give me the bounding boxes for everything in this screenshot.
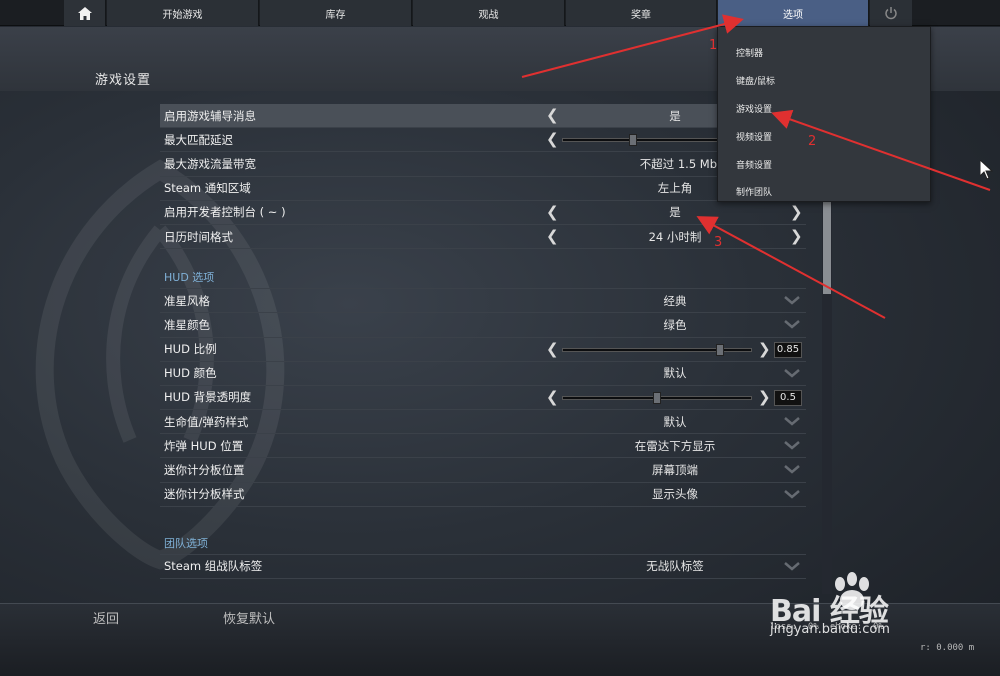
chevron-down-icon[interactable] — [783, 318, 801, 330]
menu-item-credits[interactable]: 制作团队 — [736, 185, 772, 198]
tab-options[interactable]: 选项 — [718, 0, 869, 26]
back-button[interactable]: 返回 — [93, 608, 119, 627]
menu-item-game-settings[interactable]: 游戏设置 — [736, 102, 772, 115]
options-dropdown-menu: 控制器 键盘/鼠标 游戏设置 视频设置 音频设置 制作团队 — [717, 26, 931, 202]
setting-row-game-instructor[interactable]: 启用游戏辅导消息 ❮ 是 ❯ — [160, 104, 806, 129]
baidu-watermark: Bai 经验 jingyan.baidu.com — [770, 572, 1000, 652]
arrow-right-icon[interactable]: ❯ — [758, 340, 771, 358]
setting-row-hud-background-alpha[interactable]: HUD 背景透明度 ❮ ❯ 0.5 — [160, 386, 806, 411]
annotation-number-3: 3 — [714, 235, 723, 250]
power-button[interactable] — [870, 0, 912, 26]
setting-row-health-ammo-style[interactable]: 生命值/弹药样式 默认 — [160, 410, 806, 435]
setting-row-mini-scoreboard-position[interactable]: 迷你计分板位置 屏幕顶端 — [160, 458, 806, 483]
home-button[interactable] — [64, 0, 106, 26]
slider-thumb[interactable] — [653, 391, 661, 404]
chevron-down-icon[interactable] — [783, 439, 801, 451]
tab-medals[interactable]: 奖章 — [566, 0, 717, 26]
setting-row-mini-scoreboard-style[interactable]: 迷你计分板样式 显示头像 — [160, 483, 806, 507]
chevron-down-icon[interactable] — [783, 488, 801, 500]
section-title-team: 团队选项 — [160, 507, 806, 555]
arrow-right-icon[interactable]: ❯ — [790, 203, 803, 221]
setting-row-crosshair-color[interactable]: 准星颜色 绿色 — [160, 313, 806, 338]
arrow-left-icon[interactable]: ❮ — [546, 388, 559, 406]
menu-item-keyboard-mouse[interactable]: 键盘/鼠标 — [736, 74, 775, 87]
setting-row-developer-console[interactable]: 启用开发者控制台 ( ~ ) ❮ 是 ❯ — [160, 201, 806, 225]
power-icon — [885, 7, 897, 20]
setting-row-steam-notification[interactable]: Steam 通知区域 左上角 — [160, 177, 806, 201]
page-title: 游戏设置 — [95, 73, 152, 88]
setting-row-hud-color[interactable]: HUD 颜色 默认 — [160, 362, 806, 386]
arrow-left-icon[interactable]: ❮ — [546, 106, 559, 124]
settings-list: 启用游戏辅导消息 ❮ 是 ❯ 最大匹配延迟 ❮ 150 最大游戏流量带宽 不超过… — [160, 104, 806, 579]
annotation-number-2: 2 — [808, 134, 817, 149]
chevron-down-icon[interactable] — [783, 367, 801, 379]
section-title-hud: HUD 选项 — [160, 249, 806, 290]
arrow-left-icon[interactable]: ❮ — [546, 340, 559, 358]
chevron-down-icon[interactable] — [783, 415, 801, 427]
arrow-left-icon[interactable]: ❮ — [546, 227, 559, 245]
chevron-down-icon[interactable] — [783, 294, 801, 306]
hud-alpha-slider[interactable] — [562, 391, 752, 404]
tab-inventory[interactable]: 库存 — [260, 0, 412, 26]
setting-row-bomb-hud-position[interactable]: 炸弹 HUD 位置 在雷达下方显示 — [160, 434, 806, 459]
annotation-number-1: 1 — [709, 38, 718, 53]
chevron-down-icon[interactable] — [783, 463, 801, 475]
slider-thumb[interactable] — [629, 134, 637, 147]
home-icon — [77, 6, 92, 20]
setting-row-crosshair-style[interactable]: 准星风格 经典 — [160, 289, 806, 314]
tab-play[interactable]: 开始游戏 — [107, 0, 259, 26]
setting-row-max-bandwidth[interactable]: 最大游戏流量带宽 不超过 1.5 Mbps — [160, 152, 806, 177]
arrow-left-icon[interactable]: ❮ — [546, 130, 559, 148]
menu-item-controller[interactable]: 控制器 — [736, 46, 763, 59]
chevron-down-icon[interactable] — [783, 560, 801, 572]
setting-row-hud-scale[interactable]: HUD 比例 ❮ ❯ 0.85 — [160, 338, 806, 362]
mouse-cursor-icon — [980, 160, 994, 180]
menu-item-audio-settings[interactable]: 音频设置 — [736, 158, 772, 171]
watermark-url: jingyan.baidu.com — [770, 622, 890, 637]
setting-row-steam-group-tag[interactable]: Steam 组战队标签 无战队标签 — [160, 555, 806, 579]
top-nav: 开始游戏 库存 观战 奖章 选项 — [0, 0, 1000, 26]
arrow-left-icon[interactable]: ❮ — [546, 203, 559, 221]
arrow-right-icon[interactable]: ❯ — [790, 227, 803, 245]
hud-scale-slider[interactable] — [562, 343, 752, 356]
reset-defaults-button[interactable]: 恢复默认 — [223, 608, 275, 627]
menu-item-video-settings[interactable]: 视频设置 — [736, 130, 772, 143]
arrow-right-icon[interactable]: ❯ — [758, 388, 771, 406]
slider-thumb[interactable] — [716, 343, 724, 356]
tab-watch[interactable]: 观战 — [413, 0, 565, 26]
setting-row-time-format[interactable]: 日历时间格式 ❮ 24 小时制 ❯ — [160, 225, 806, 250]
setting-row-max-matchmaking-ping[interactable]: 最大匹配延迟 ❮ 150 — [160, 128, 806, 153]
